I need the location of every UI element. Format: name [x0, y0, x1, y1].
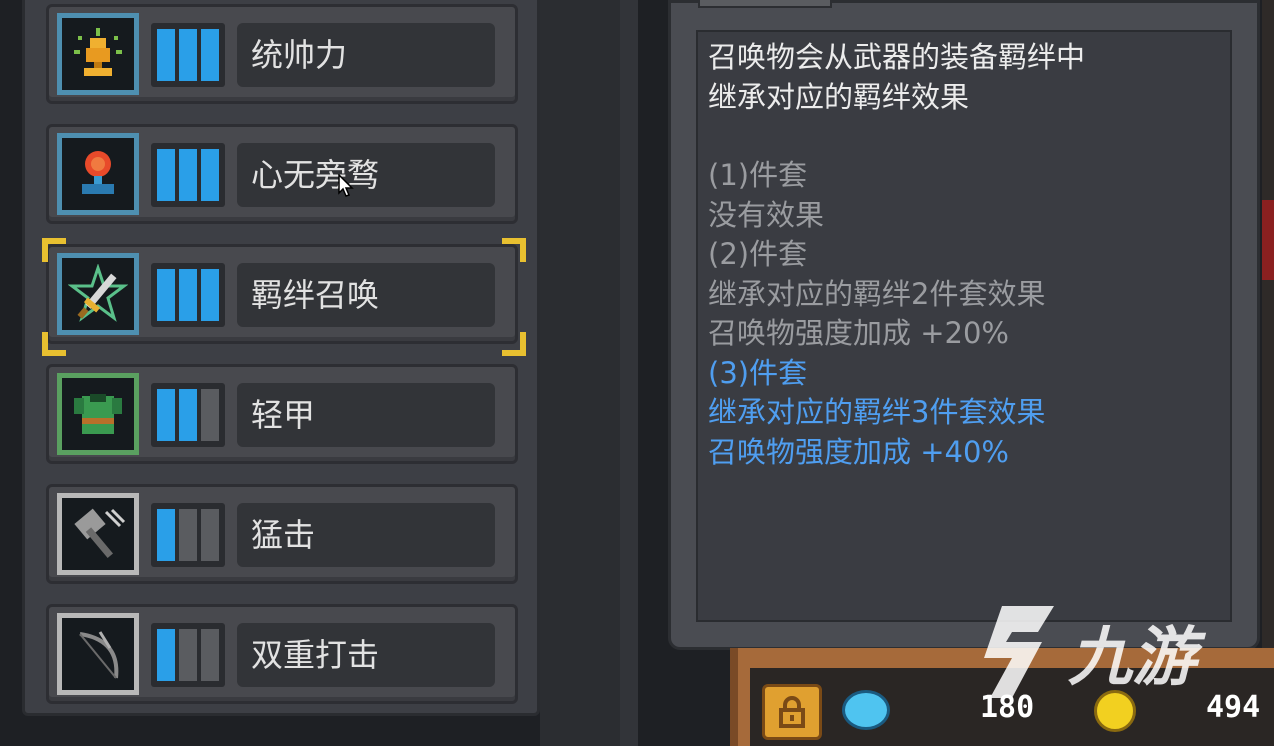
- level-pip: [201, 149, 219, 201]
- trophy-icon: [57, 13, 139, 95]
- level-pip: [201, 509, 219, 561]
- description-intro-line: 继承对应的羁绊效果: [708, 79, 970, 114]
- selection-corner: [42, 332, 66, 356]
- lock-button[interactable]: [762, 684, 822, 740]
- medal-icon: [57, 133, 139, 215]
- skill-level-bar: [151, 623, 225, 687]
- level-pip: [157, 629, 175, 681]
- skill-name: 心无旁骛: [237, 143, 495, 207]
- background-edge: [1262, 0, 1274, 648]
- level-pip: [157, 269, 175, 321]
- level-pip: [179, 509, 197, 561]
- skill-row-5[interactable]: 猛击: [46, 484, 518, 584]
- level-pip: [201, 389, 219, 441]
- level-pip: [157, 389, 175, 441]
- lock-icon: [779, 696, 805, 728]
- skill-name: 猛击: [237, 503, 495, 567]
- sword-star-icon: [57, 253, 139, 335]
- level-pip: [179, 29, 197, 81]
- level-pip: [201, 269, 219, 321]
- level-pip: [179, 149, 197, 201]
- level-pip: [179, 269, 197, 321]
- level-pip: [179, 629, 197, 681]
- skill-name: 轻甲: [237, 383, 495, 447]
- skill-row-1[interactable]: 统帅力: [46, 4, 518, 104]
- watermark-text: 九游: [1068, 621, 1196, 695]
- description-intro-line: 召唤物会从武器的装备羁绊中: [708, 40, 1086, 74]
- set-3-effect: 召唤物强度加成 +40%: [708, 434, 1009, 469]
- skill-row-3[interactable]: 羁绊召唤: [46, 244, 518, 344]
- selection-corner: [42, 238, 66, 262]
- level-pip: [157, 149, 175, 201]
- bow-icon: [57, 613, 139, 695]
- set-3-effect: 继承对应的羁绊3件套效果: [708, 395, 1046, 429]
- level-pip: [201, 629, 219, 681]
- frame-tab: [698, 0, 832, 8]
- background-edge-accent: [1262, 200, 1274, 280]
- skill-level-bar: [151, 503, 225, 567]
- set-3-title: (3)件套: [708, 355, 808, 390]
- level-pip: [157, 509, 175, 561]
- skill-row-6[interactable]: 双重打击: [46, 604, 518, 704]
- skill-level-bar: [151, 383, 225, 447]
- skill-name: 统帅力: [237, 23, 495, 87]
- armor-icon: [57, 373, 139, 455]
- selection-corner: [502, 238, 526, 262]
- skill-name: 羁绊召唤: [237, 263, 495, 327]
- skill-description: 召唤物会从武器的装备羁绊中 继承对应的羁绊效果 (1)件套 没有效果 (2)件套…: [696, 30, 1232, 622]
- skill-level-bar: [151, 23, 225, 87]
- watermark-9-icon: [984, 606, 1054, 698]
- set-2-effect: 召唤物强度加成 +20%: [708, 316, 1009, 350]
- set-1-effect: 没有效果: [708, 197, 825, 232]
- hammer-icon: [57, 493, 139, 575]
- panel-divider-inner: [620, 0, 638, 746]
- skill-row-2[interactable]: 心无旁骛: [46, 124, 518, 224]
- skill-row-4[interactable]: 轻甲: [46, 364, 518, 464]
- skill-name: 双重打击: [237, 623, 495, 687]
- set-1-title: (1)件套: [708, 158, 808, 192]
- watermark-logo: 九游: [972, 598, 1230, 706]
- level-pip: [157, 29, 175, 81]
- set-2-title: (2)件套: [708, 237, 808, 271]
- level-pip: [201, 29, 219, 81]
- mouse-cursor-icon: [338, 174, 354, 197]
- gem-icon: [842, 690, 890, 730]
- level-pip: [179, 389, 197, 441]
- set-2-effect: 继承对应的羁绊2件套效果: [708, 276, 1046, 311]
- selection-corner: [502, 332, 526, 356]
- skill-level-bar: [151, 143, 225, 207]
- skill-level-bar: [151, 263, 225, 327]
